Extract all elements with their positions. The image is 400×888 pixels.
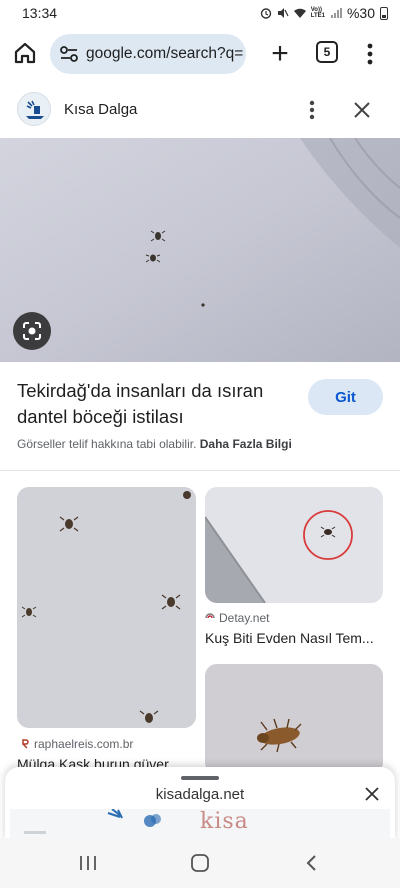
browser-menu-button[interactable] (360, 40, 380, 68)
battery-percent: %30 (346, 5, 375, 21)
more-vert-icon (367, 43, 373, 65)
site-logo (17, 92, 51, 126)
status-time: 13:34 (22, 5, 58, 21)
result-header: Kısa Dalga (0, 86, 400, 136)
recents-icon (80, 856, 96, 870)
sheet-title: kisadalga.net (155, 786, 245, 803)
new-tab-button[interactable]: + (264, 36, 296, 72)
url-bar[interactable]: google.com/search?q= (50, 34, 246, 74)
related-title-2[interactable]: Kuş Biti Evden Nasıl Tem... (205, 630, 385, 646)
battery-icon (380, 6, 388, 20)
site-title[interactable]: Kısa Dalga (64, 101, 137, 118)
mute-icon (277, 8, 289, 18)
louse-photo (205, 664, 383, 774)
copyright-text: Görseller telif hakkına tabi olabilir. (17, 437, 197, 451)
close-icon (365, 787, 379, 801)
related-source-2[interactable]: Detay.net (205, 611, 269, 625)
result-options-button[interactable] (302, 97, 322, 123)
lace-bug-photo (0, 138, 400, 362)
alarm-icon (260, 8, 271, 19)
raphaelreis-favicon-icon (22, 739, 29, 749)
kisa-dalga-logo-icon (26, 100, 44, 119)
back-button[interactable] (299, 850, 325, 876)
url-text[interactable]: google.com/search?q= (86, 45, 243, 63)
google-lens-button[interactable] (13, 312, 51, 350)
result-image[interactable] (0, 138, 400, 362)
visit-button[interactable]: Git (308, 379, 383, 415)
tab-switcher-button[interactable]: 5 (316, 41, 338, 63)
close-result-button[interactable] (349, 97, 375, 123)
back-icon (306, 855, 316, 871)
close-icon (354, 102, 370, 118)
wifi-icon (293, 8, 306, 18)
more-info-link[interactable]: Daha Fazla Bilgi (200, 437, 292, 451)
result-headline[interactable]: Tekirdağ'da insanları da ısıran dantel b… (17, 378, 297, 430)
system-nav-bar (0, 838, 400, 888)
home-nav-icon (191, 854, 209, 872)
sheet-close-button[interactable] (362, 784, 382, 804)
related-image-1[interactable] (17, 487, 196, 728)
site-preview-sheet[interactable]: kisadalga.net kisa (5, 767, 395, 841)
sheet-page-preview: kisa (10, 809, 390, 841)
signal-icon (330, 8, 342, 18)
google-lens-icon (23, 322, 41, 340)
status-bar: 13:34 Vo)) LTE1 %30 (0, 0, 400, 26)
bird-louse-photo (205, 487, 383, 603)
copyright-notice: Görseller telif hakkına tabi olabilir. D… (17, 437, 292, 451)
related-image-3[interactable] (205, 664, 383, 774)
lace-bug-photo-1 (17, 487, 196, 728)
home-button[interactable] (10, 38, 40, 68)
site-settings-icon[interactable] (58, 43, 80, 65)
browser-toolbar: google.com/search?q= + 5 (0, 28, 400, 80)
more-vert-icon (309, 100, 315, 120)
divider (0, 470, 400, 471)
status-icons: Vo)) LTE1 %30 (260, 5, 388, 21)
related-source-1[interactable]: raphaelreis.com.br (20, 737, 133, 751)
detay-favicon-icon (205, 613, 215, 619)
source-label: Detay.net (219, 611, 270, 625)
related-image-2[interactable] (205, 487, 383, 603)
home-icon (14, 42, 36, 64)
sheet-handle[interactable] (181, 776, 219, 780)
source-label: raphaelreis.com.br (34, 737, 134, 751)
tab-count: 5 (323, 45, 331, 59)
plus-icon: + (271, 37, 289, 70)
sheet-preview-brand: kisa (200, 809, 249, 834)
home-nav-button[interactable] (187, 850, 213, 876)
kisa-dalga-brand-logo-icon (24, 809, 161, 834)
network-label: Vo)) LTE1 (310, 7, 325, 19)
recents-button[interactable] (75, 850, 101, 876)
